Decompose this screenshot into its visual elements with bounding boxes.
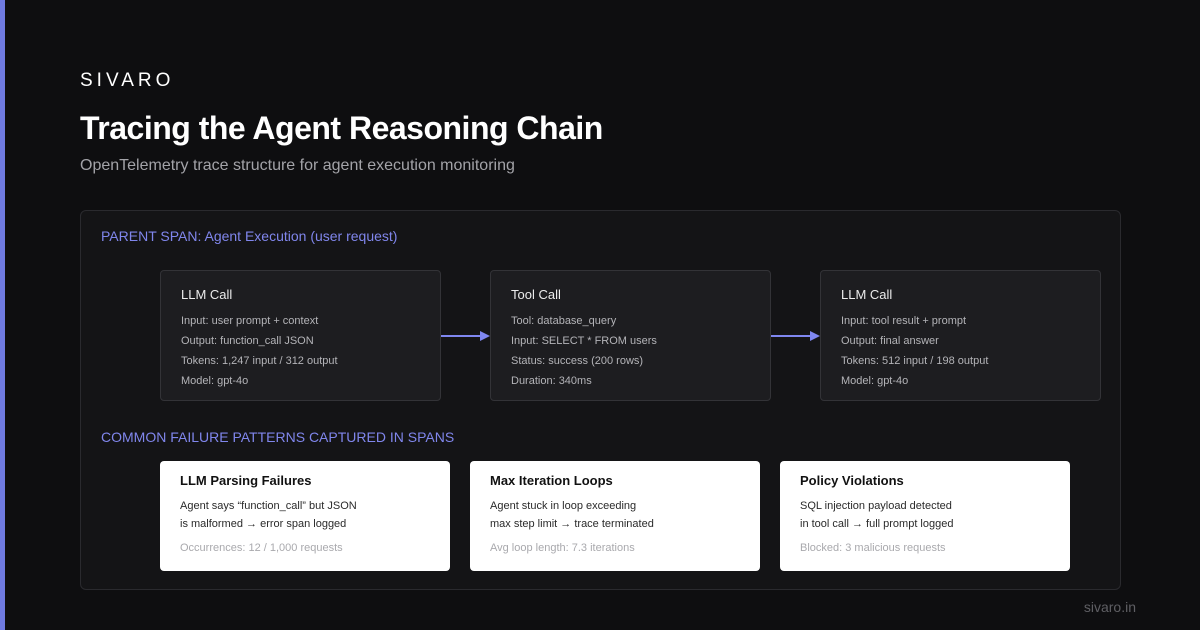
failure-title: LLM Parsing Failures xyxy=(180,473,312,488)
parent-span-label: PARENT SPAN: Agent Execution (user reque… xyxy=(101,228,398,244)
failure-stat: Occurrences: 12 / 1,000 requests xyxy=(180,542,343,554)
span-detail: Input: user prompt + context xyxy=(181,315,319,327)
span-detail: Duration: 340ms xyxy=(511,375,592,387)
page-subtitle: OpenTelemetry trace structure for agent … xyxy=(80,157,515,174)
span-detail: Input: tool result + prompt xyxy=(841,315,967,327)
failure-card-parsing: LLM Parsing Failures Agent says “functio… xyxy=(160,461,450,571)
failure-description: SQL injection payload detected xyxy=(800,500,952,512)
failures-section-label: COMMON FAILURE PATTERNS CAPTURED IN SPAN… xyxy=(101,429,455,445)
failure-description: is malformed → error span logged xyxy=(180,518,347,530)
failure-title: Policy Violations xyxy=(800,473,904,488)
failure-description: in tool call → full prompt logged xyxy=(800,518,954,530)
failure-stat: Blocked: 3 malicious requests xyxy=(800,542,946,554)
failure-description: Agent says “function_call” but JSON xyxy=(180,500,357,512)
page-title: Tracing the Agent Reasoning Chain xyxy=(80,110,603,146)
span-detail: Tokens: 1,247 input / 312 output xyxy=(181,355,338,367)
span-detail: Status: success (200 rows) xyxy=(511,355,644,367)
failure-card-policy: Policy Violations SQL injection payload … xyxy=(780,461,1070,571)
span-box-llm-call-1: LLM Call Input: user prompt + context Ou… xyxy=(160,270,441,401)
parent-span-panel: PARENT SPAN: Agent Execution (user reque… xyxy=(80,210,1121,590)
brand-logo: SIVARO xyxy=(80,70,175,91)
span-title: LLM Call xyxy=(181,287,233,302)
failure-card-loops: Max Iteration Loops Agent stuck in loop … xyxy=(470,461,760,571)
footer-url[interactable]: sivaro.in xyxy=(1084,599,1136,615)
failure-description: Agent stuck in loop exceeding xyxy=(490,500,637,512)
span-title: LLM Call xyxy=(841,287,893,302)
span-detail: Model: gpt-4o xyxy=(181,375,249,387)
flow-arrow-1 xyxy=(441,331,490,341)
failure-stat: Avg loop length: 7.3 iterations xyxy=(490,542,635,554)
failure-description: max step limit → trace terminated xyxy=(490,518,654,530)
span-box-tool-call: Tool Call Tool: database_query Input: SE… xyxy=(490,270,771,401)
failure-title: Max Iteration Loops xyxy=(490,473,613,488)
span-detail: Output: final answer xyxy=(841,335,939,347)
span-title: Tool Call xyxy=(511,287,561,302)
span-detail: Output: function_call JSON xyxy=(181,335,314,347)
flow-arrow-2 xyxy=(771,331,820,341)
accent-bar xyxy=(0,0,5,630)
span-detail: Input: SELECT * FROM users xyxy=(511,335,657,347)
span-detail: Tokens: 512 input / 198 output xyxy=(841,355,989,367)
span-detail: Tool: database_query xyxy=(511,315,617,327)
span-box-llm-call-2: LLM Call Input: tool result + prompt Out… xyxy=(820,270,1101,401)
span-detail: Model: gpt-4o xyxy=(841,375,909,387)
